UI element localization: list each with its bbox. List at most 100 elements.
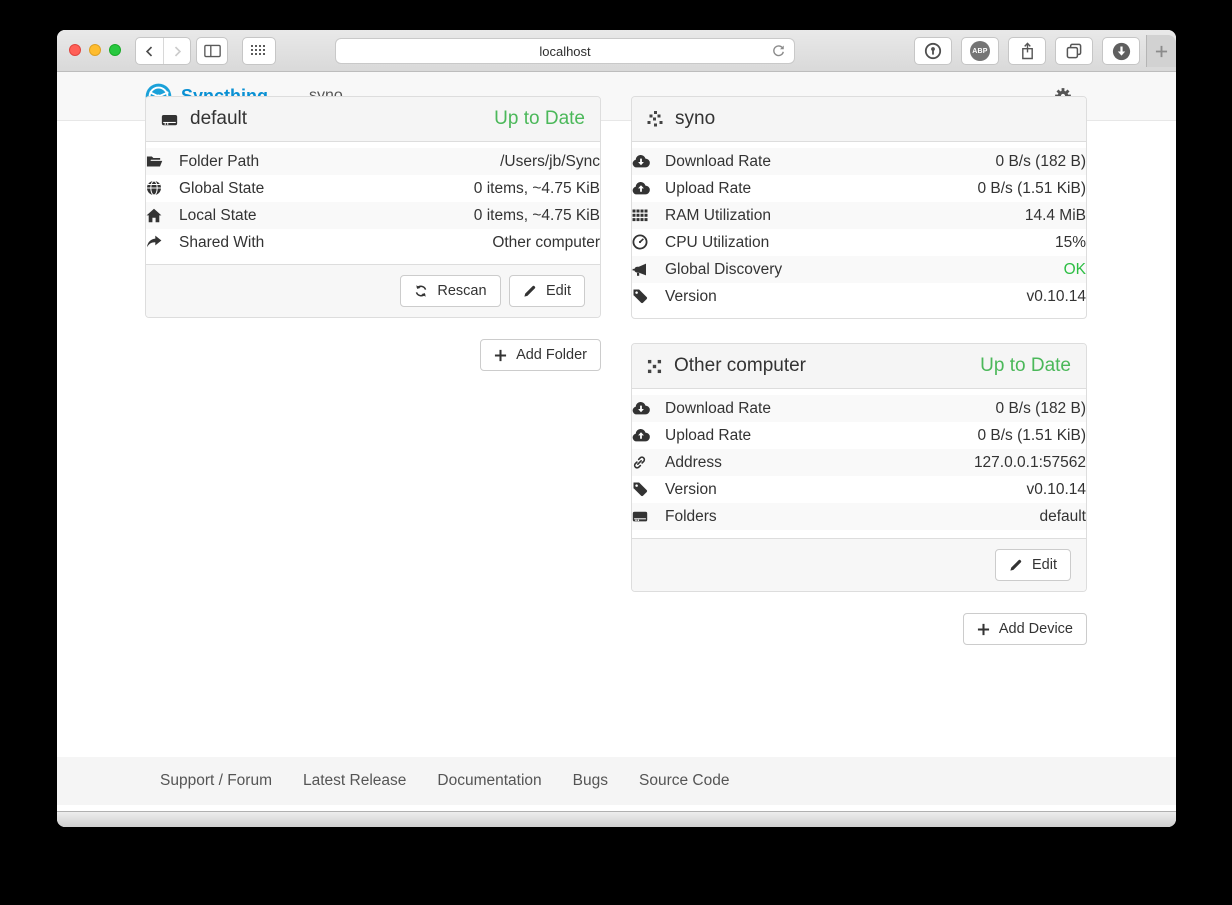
device-name: syno [675,108,715,130]
row-value: 0 B/s (1.51 KiB) [884,175,1086,202]
table-row: Version v0.10.14 [632,283,1086,310]
add-device-button[interactable]: Add Device [963,613,1087,645]
folder-panel-footer: Rescan Edit [146,264,600,317]
reload-icon[interactable] [771,43,786,58]
folder-open-icon [146,154,163,169]
folders-column: default Up to Date Folder Path /Users/jb… [145,96,601,371]
cloud-download-icon [632,401,650,415]
tab-overview-button[interactable] [242,37,276,65]
toolbar-extensions: ABP [914,37,1140,65]
add-folder-row: Add Folder [145,339,601,371]
rescan-button[interactable]: Rescan [400,275,500,307]
row-label: Upload Rate [665,175,884,202]
pencil-icon [523,284,537,298]
row-value: default [870,503,1086,530]
window-controls [69,44,121,56]
device-name: Other computer [674,355,806,377]
new-tab-button[interactable] [1146,35,1176,67]
footer-link-support[interactable]: Support / Forum [160,772,272,790]
edit-label: Edit [1032,556,1057,574]
tag-icon [632,288,648,304]
row-label: Global State [179,175,349,202]
device-status-badge: Up to Date [980,355,1071,377]
new-tab-icon [1155,45,1168,58]
footer-link-source-code[interactable]: Source Code [639,772,729,790]
tab-grid-icon [251,45,267,57]
gauge-icon [632,234,648,250]
plus-icon [494,349,507,362]
plus-icon [977,623,990,636]
address-bar-url: localhost [539,44,590,59]
row-value: /Users/jb/Sync [349,148,600,175]
browser-window: localhost ABP [57,30,1176,827]
edit-folder-button[interactable]: Edit [509,275,585,307]
zoom-window-button[interactable] [109,44,121,56]
row-value: 14.4 MiB [884,202,1086,229]
devices-column: syno Download Rate 0 B/s (182 B) [631,96,1087,645]
device-panel-header[interactable]: Other computer Up to Date [632,344,1086,389]
add-device-label: Add Device [999,620,1073,638]
table-row: RAM Utilization 14.4 MiB [632,202,1086,229]
row-value: Other computer [349,229,600,256]
row-label: Version [665,476,870,503]
table-row: CPU Utilization 15% [632,229,1086,256]
onepassword-icon [924,42,942,60]
refresh-icon [414,284,428,298]
adblock-button[interactable]: ABP [961,37,999,65]
edit-device-button[interactable]: Edit [995,549,1071,581]
hdd-icon [632,508,648,524]
table-row: Download Rate 0 B/s (182 B) [632,148,1086,175]
share-button[interactable] [1008,37,1046,65]
downloads-button[interactable] [1102,37,1140,65]
table-row: Upload Rate 0 B/s (1.51 KiB) [632,422,1086,449]
forward-button[interactable] [163,38,190,64]
row-label: Download Rate [665,148,884,175]
row-label: Address [665,449,870,476]
row-label: Folder Path [179,148,349,175]
back-button[interactable] [136,38,163,64]
row-label: Local State [179,202,349,229]
folder-status-badge: Up to Date [494,108,585,130]
table-row: Folders default [632,503,1086,530]
device-info-table: Download Rate 0 B/s (182 B) Upload Rate … [632,148,1086,310]
row-value: 0 B/s (182 B) [870,395,1086,422]
cloud-download-icon [632,154,650,168]
footer-link-documentation[interactable]: Documentation [437,772,541,790]
sidebar-icon [204,44,221,58]
device-info-table: Download Rate 0 B/s (182 B) Upload Rate … [632,395,1086,530]
close-window-button[interactable] [69,44,81,56]
address-bar[interactable]: localhost [335,38,795,64]
table-row: Address 127.0.0.1:57562 [632,449,1086,476]
device-cluster-icon [647,111,663,127]
footer-link-bugs[interactable]: Bugs [573,772,608,790]
forward-icon [171,45,184,58]
page-footer: Support / Forum Latest Release Documenta… [57,757,1176,805]
table-row: Upload Rate 0 B/s (1.51 KiB) [632,175,1086,202]
tabs-button[interactable] [1055,37,1093,65]
minimize-window-button[interactable] [89,44,101,56]
row-label: Shared With [179,229,349,256]
table-row: Version v0.10.14 [632,476,1086,503]
table-row: Global Discovery OK [632,256,1086,283]
tabs-icon [1066,43,1082,59]
device-panel-other-computer: Other computer Up to Date Download Rate … [631,343,1087,592]
onepassword-button[interactable] [914,37,952,65]
share-icon [1020,42,1035,60]
footer-link-latest-release[interactable]: Latest Release [303,772,406,790]
add-folder-button[interactable]: Add Folder [480,339,601,371]
row-label: Global Discovery [665,256,884,283]
row-value: 0 items, ~4.75 KiB [349,202,600,229]
edit-label: Edit [546,282,571,300]
row-value: v0.10.14 [870,476,1086,503]
home-icon [146,208,162,223]
table-row: Global State 0 items, ~4.75 KiB [146,175,600,202]
table-row: Download Rate 0 B/s (182 B) [632,395,1086,422]
device-panel-syno: syno Download Rate 0 B/s (182 B) [631,96,1087,319]
row-value: 0 B/s (1.51 KiB) [870,422,1086,449]
device-panel-header[interactable]: syno [632,97,1086,142]
window-bottom-edge [57,811,1176,827]
folder-name: default [190,108,247,130]
pencil-icon [1009,558,1023,572]
folder-panel-header[interactable]: default Up to Date [146,97,600,142]
sidebar-toggle-button[interactable] [196,37,228,65]
